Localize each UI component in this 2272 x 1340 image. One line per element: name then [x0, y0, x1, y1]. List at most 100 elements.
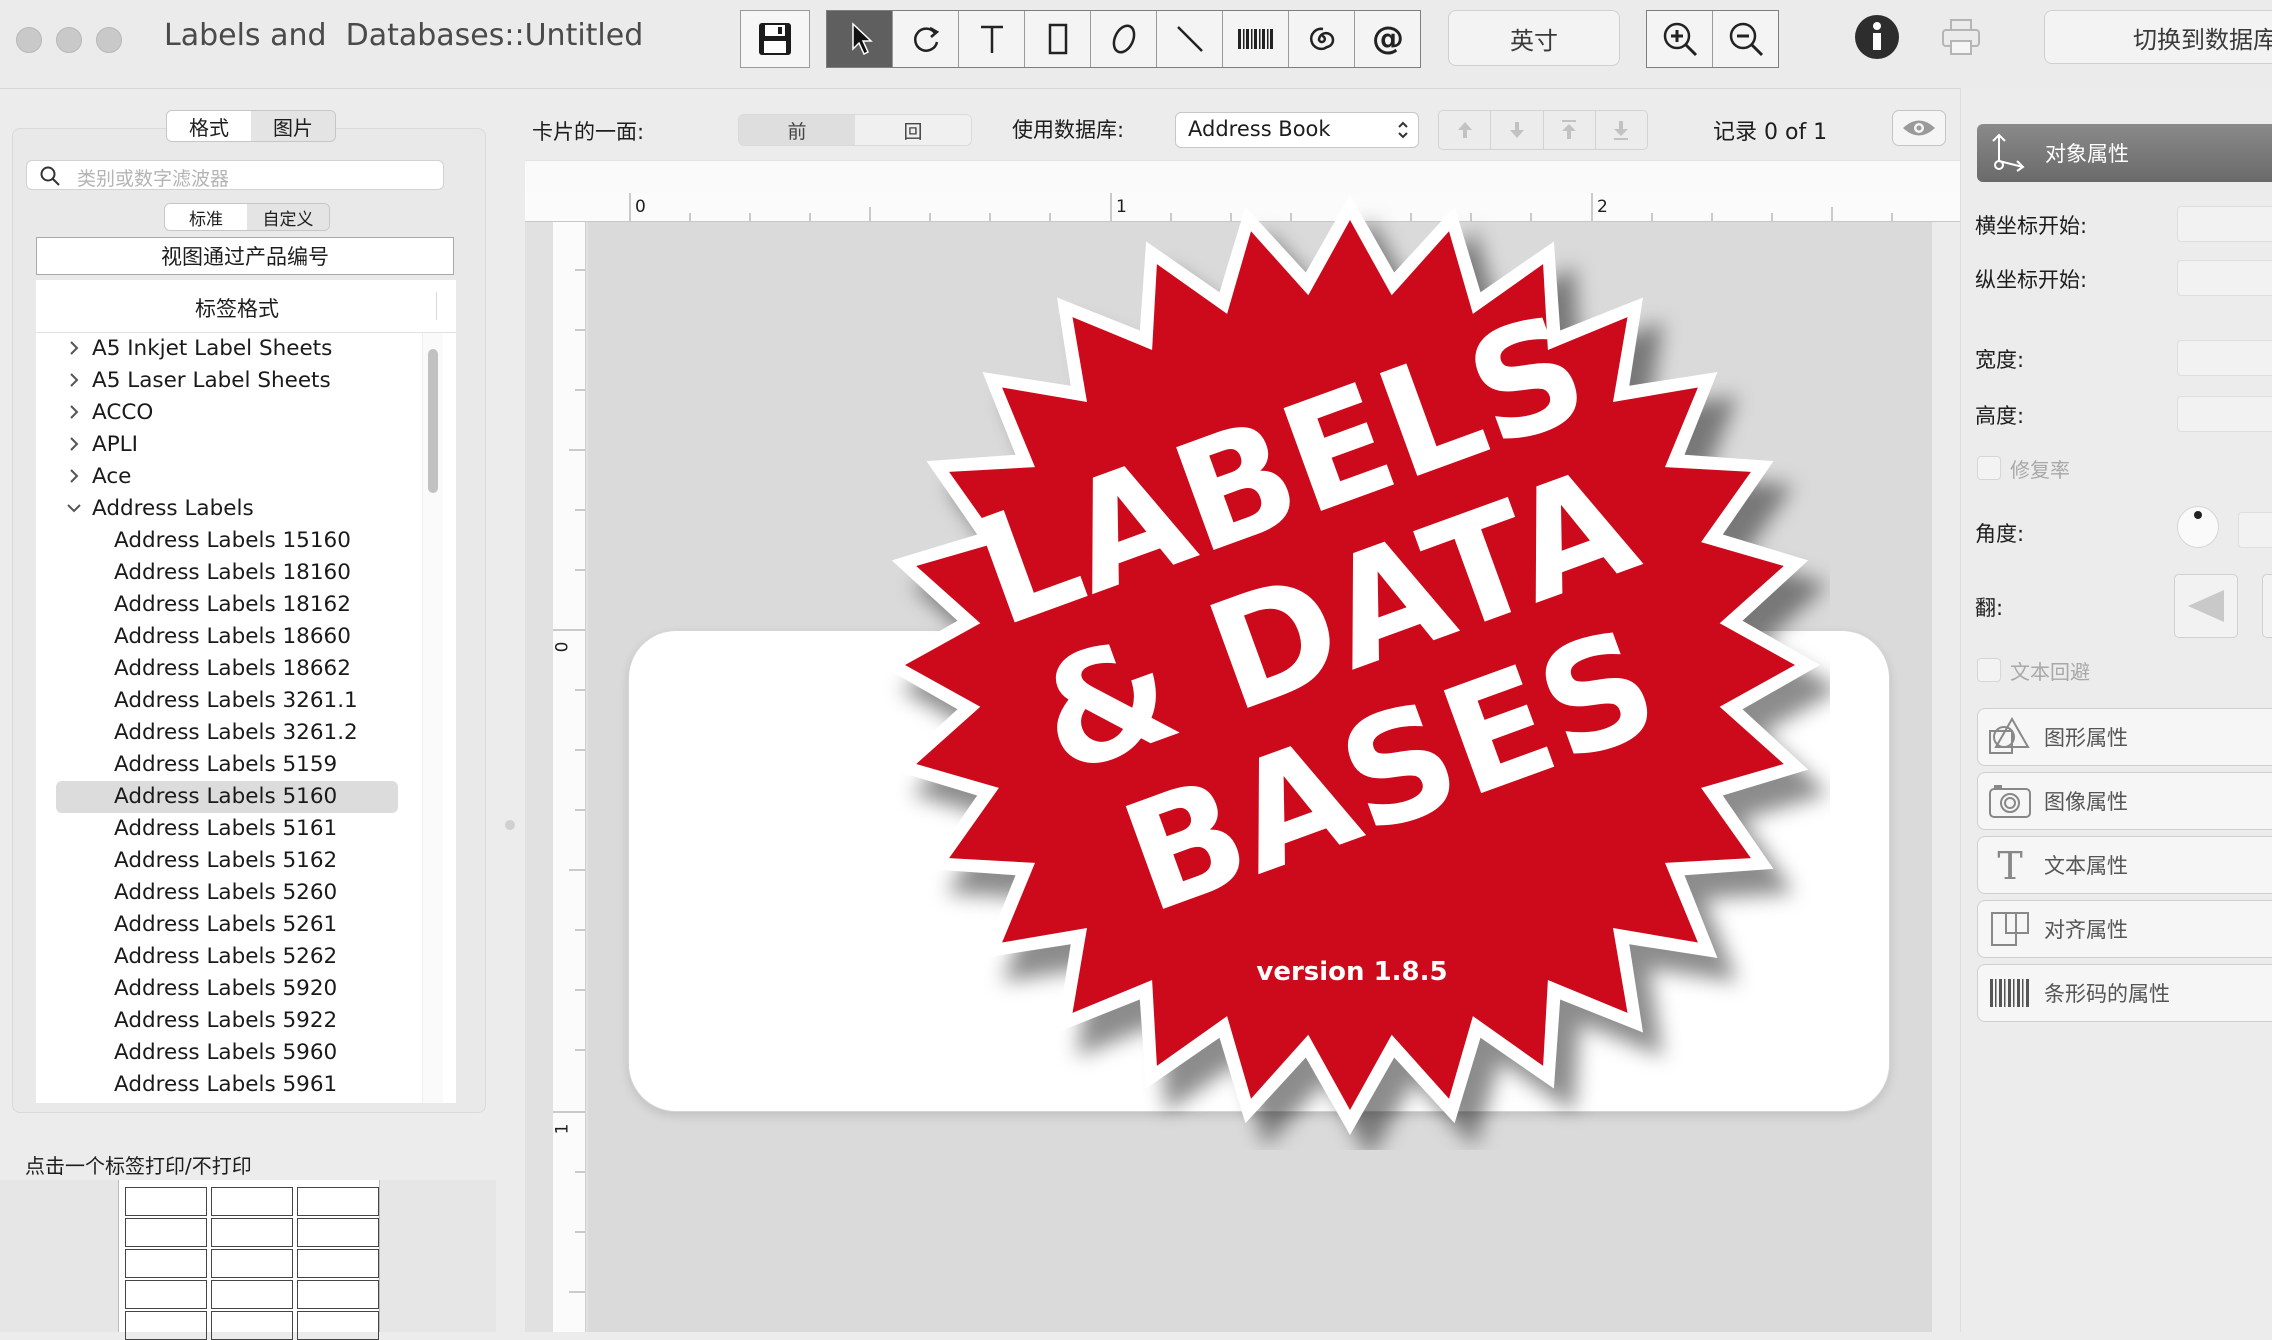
alignment-properties-button[interactable]: 对齐属性: [1977, 900, 2272, 958]
record-previous-button[interactable]: [1439, 111, 1492, 149]
sheet-label-cell[interactable]: [125, 1280, 207, 1309]
list-item[interactable]: Address Labels 5922: [36, 1005, 436, 1037]
list-scrollbar[interactable]: [422, 333, 443, 1103]
list-item[interactable]: Address Labels 5162: [36, 845, 436, 877]
list-item[interactable]: Address Labels 18660: [36, 621, 436, 653]
list-item[interactable]: Address Labels 5960: [36, 1037, 436, 1069]
text-tool[interactable]: [959, 11, 1025, 67]
list-item[interactable]: Address Labels 5920: [36, 973, 436, 1005]
close-window-button[interactable]: [16, 27, 42, 53]
list-item[interactable]: Address Labels 18160: [36, 557, 436, 589]
text-wrap-checkbox[interactable]: [1977, 658, 2001, 682]
line-icon: [1176, 26, 1203, 52]
shape-properties-button[interactable]: 图形属性: [1977, 708, 2272, 766]
list-item[interactable]: A5 Inkjet Label Sheets: [36, 333, 436, 365]
select-tool[interactable]: [827, 11, 893, 67]
sheet-label-cell[interactable]: [211, 1249, 293, 1278]
angle-dial[interactable]: [2177, 506, 2219, 548]
sheet-label-cell[interactable]: [125, 1218, 207, 1247]
sheet-label-cell[interactable]: [297, 1249, 379, 1278]
list-item[interactable]: Address Labels 5262: [36, 941, 436, 973]
search-field[interactable]: 类别或数字滤波器: [26, 160, 444, 190]
list-item-label: ACCO: [92, 400, 154, 425]
list-item[interactable]: Address Labels 5160: [56, 781, 398, 813]
chevron-right-icon[interactable]: [66, 365, 82, 397]
x-start-field[interactable]: [2177, 206, 2272, 242]
zoom-in-button[interactable]: [1647, 11, 1713, 67]
sheet-label-cell[interactable]: [125, 1187, 207, 1216]
sheet-label-cell[interactable]: [297, 1218, 379, 1247]
database-select[interactable]: Address Book: [1175, 112, 1419, 148]
at-sign-icon: @: [1372, 21, 1404, 57]
chevron-right-icon[interactable]: [66, 397, 82, 429]
list-item[interactable]: ACCO: [36, 397, 436, 429]
image-tool[interactable]: [1289, 11, 1355, 67]
fix-ratio-checkbox[interactable]: [1977, 456, 2001, 480]
sheet-label-cell[interactable]: [211, 1218, 293, 1247]
barcode-properties-button[interactable]: 条形码的属性: [1977, 964, 2272, 1022]
zoom-out-button[interactable]: [1713, 11, 1778, 67]
tab-custom[interactable]: 自定义: [247, 204, 329, 230]
list-item[interactable]: Address Labels 5159: [36, 749, 436, 781]
info-button[interactable]: [1852, 12, 1902, 62]
list-item[interactable]: Address Labels 5261: [36, 909, 436, 941]
list-item[interactable]: Address Labels 18662: [36, 653, 436, 685]
chevron-right-icon[interactable]: [66, 461, 82, 493]
print-button[interactable]: [1938, 14, 1984, 60]
sheet-label-cell[interactable]: [297, 1280, 379, 1309]
sheet-label-cell[interactable]: [125, 1311, 207, 1340]
list-item[interactable]: Address Labels 15160: [36, 525, 436, 557]
sheet-label-cell[interactable]: [297, 1187, 379, 1216]
tab-format[interactable]: 格式: [167, 111, 251, 141]
preview-toggle-button[interactable]: [1892, 110, 1946, 146]
save-button[interactable]: [740, 10, 810, 68]
width-field[interactable]: [2177, 340, 2272, 376]
height-field[interactable]: [2177, 396, 2272, 432]
list-item[interactable]: Address Labels 18162: [36, 589, 436, 621]
splitter-handle[interactable]: [505, 820, 515, 830]
rotate-tool[interactable]: [893, 11, 959, 67]
sheet-label-cell[interactable]: [211, 1311, 293, 1340]
record-next-button[interactable]: [1491, 111, 1544, 149]
list-item[interactable]: Ace: [36, 461, 436, 493]
list-item[interactable]: APLI: [36, 429, 436, 461]
zoom-window-button[interactable]: [96, 27, 122, 53]
object-properties-header[interactable]: 对象属性: [1977, 124, 2272, 182]
chevron-right-icon[interactable]: [66, 429, 82, 461]
sheet-label-cell[interactable]: [125, 1249, 207, 1278]
rectangle-tool[interactable]: [1025, 11, 1091, 67]
list-item[interactable]: Address Labels 5260: [36, 877, 436, 909]
view-by-product-number-button[interactable]: 视图通过产品编号: [36, 237, 454, 275]
sheet-label-cell[interactable]: [211, 1280, 293, 1309]
text-properties-button[interactable]: T 文本属性: [1977, 836, 2272, 894]
list-item[interactable]: Address Labels 5161: [36, 813, 436, 845]
record-last-button[interactable]: [1595, 111, 1647, 149]
units-button[interactable]: 英寸: [1448, 10, 1620, 66]
record-first-button[interactable]: [1543, 111, 1596, 149]
sheet-label-cell[interactable]: [211, 1187, 293, 1216]
flip-vertical-button[interactable]: [2262, 574, 2272, 638]
barcode-tool[interactable]: [1223, 11, 1289, 67]
list-item[interactable]: Address Labels: [36, 493, 436, 525]
chevron-right-icon[interactable]: [66, 333, 82, 365]
sheet-label-cell[interactable]: [297, 1311, 379, 1340]
tab-pictures[interactable]: 图片: [251, 111, 335, 141]
line-tool[interactable]: [1157, 11, 1223, 67]
list-item[interactable]: Address Labels 5961: [36, 1069, 436, 1101]
y-start-field[interactable]: [2177, 260, 2272, 296]
tab-standard[interactable]: 标准: [165, 204, 247, 230]
angle-field[interactable]: [2238, 512, 2272, 548]
switch-to-database-button[interactable]: 切换到数据库: [2044, 10, 2272, 64]
list-item[interactable]: Address Labels 3261.1: [36, 685, 436, 717]
back-side-tab[interactable]: 回: [855, 115, 971, 145]
ellipse-tool[interactable]: [1091, 11, 1157, 67]
email-field-tool[interactable]: @: [1355, 11, 1420, 67]
flip-horizontal-button[interactable]: [2174, 574, 2238, 638]
list-item[interactable]: A5 Laser Label Sheets: [36, 365, 436, 397]
chevron-down-icon[interactable]: [66, 493, 82, 525]
minimize-window-button[interactable]: [56, 27, 82, 53]
list-item[interactable]: Address Labels 3261.2: [36, 717, 436, 749]
image-properties-button[interactable]: 图像属性: [1977, 772, 2272, 830]
scrollbar-thumb[interactable]: [428, 349, 438, 493]
front-side-tab[interactable]: 前: [739, 115, 855, 145]
